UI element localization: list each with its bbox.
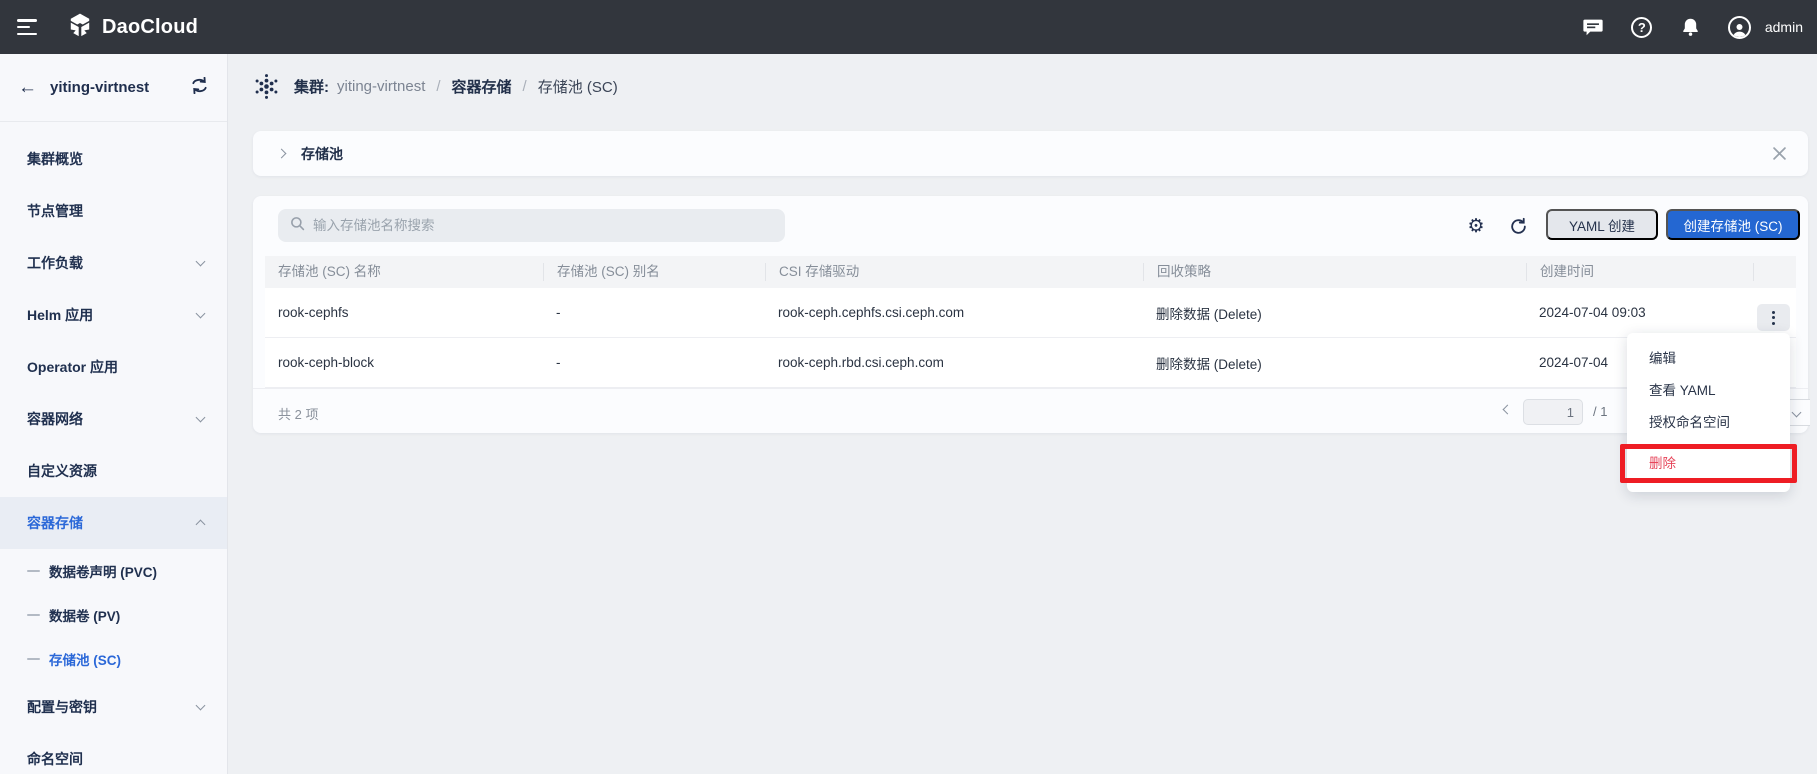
cell-policy: 删除数据 (Delete) xyxy=(1143,303,1526,323)
chevron-down-icon xyxy=(1792,408,1802,418)
breadcrumb: 集群: yiting-virtnest / 容器存储 / 存储池 (SC) xyxy=(253,66,618,106)
cell-name[interactable]: rook-cephfs xyxy=(265,305,543,320)
sidebar-item-container-storage[interactable]: 容器存储 xyxy=(0,497,227,549)
sidebar-item-workloads[interactable]: 工作负载 xyxy=(0,237,227,289)
row-actions-kebab-icon[interactable] xyxy=(1757,304,1790,331)
messages-icon[interactable] xyxy=(1581,15,1605,39)
notifications-bell-icon[interactable] xyxy=(1679,15,1703,39)
sidebar-item-operator-apps[interactable]: Operator 应用 xyxy=(0,341,227,393)
breadcrumb-page: 存储池 (SC) xyxy=(538,76,618,97)
menu-item-delete[interactable]: 删除 xyxy=(1627,448,1790,480)
search-icon xyxy=(290,216,305,236)
breadcrumb-separator: / xyxy=(520,78,530,95)
username[interactable]: admin xyxy=(1765,19,1803,35)
column-header-created[interactable]: 创建时间 xyxy=(1526,263,1753,281)
sidebar-item-namespaces[interactable]: 命名空间 xyxy=(0,733,227,774)
daocloud-logo-icon xyxy=(67,12,93,43)
table-row[interactable]: rook-cephfs - rook-ceph.cephfs.csi.ceph.… xyxy=(265,288,1796,338)
cell-alias: - xyxy=(543,355,765,370)
create-storage-pool-button[interactable]: 创建存储池 (SC) xyxy=(1666,209,1800,240)
column-header-name[interactable]: 存储池 (SC) 名称 xyxy=(265,263,543,281)
cell-driver: rook-ceph.rbd.csi.ceph.com xyxy=(765,355,1143,370)
menu-item-view-yaml[interactable]: 查看 YAML xyxy=(1627,375,1790,407)
cell-name[interactable]: rook-ceph-block xyxy=(265,355,543,370)
help-icon[interactable]: ? xyxy=(1630,15,1654,39)
sidebar-cluster-name: yiting-virtnest xyxy=(50,79,190,96)
yaml-create-button[interactable]: YAML 创建 xyxy=(1546,209,1658,240)
menu-toggle-icon[interactable] xyxy=(17,19,39,35)
breadcrumb-cluster-name[interactable]: yiting-virtnest xyxy=(337,78,425,95)
sidebar-item-cluster-overview[interactable]: 集群概览 xyxy=(0,133,227,185)
menu-item-authorize-namespace[interactable]: 授权命名空间 xyxy=(1627,407,1790,439)
breadcrumb-section[interactable]: 容器存储 xyxy=(452,76,512,97)
menu-item-edit[interactable]: 编辑 xyxy=(1627,343,1790,375)
chevron-right-icon[interactable] xyxy=(277,149,287,159)
chevron-up-icon xyxy=(196,520,206,530)
chevron-down-icon xyxy=(196,309,206,319)
sidebar-item-node-management[interactable]: 节点管理 xyxy=(0,185,227,237)
chevron-down-icon xyxy=(196,701,206,711)
back-arrow-icon[interactable]: ← xyxy=(18,77,37,99)
sidebar: ← yiting-virtnest 集群概览 节点管理 工作负载 Helm 应用… xyxy=(0,54,228,774)
storage-pool-info-bar[interactable]: 存储池 xyxy=(253,131,1808,176)
table-header: 存储池 (SC) 名称 存储池 (SC) 别名 CSI 存储驱动 回收策略 创建… xyxy=(265,256,1796,288)
cell-created: 2024-07-04 09:03 xyxy=(1526,305,1753,320)
column-header-alias[interactable]: 存储池 (SC) 别名 xyxy=(543,263,765,281)
settings-gear-icon[interactable]: ⚙ xyxy=(1466,216,1486,236)
breadcrumb-separator: / xyxy=(433,78,443,95)
switch-cluster-icon[interactable] xyxy=(190,77,209,99)
cluster-dots-icon xyxy=(253,73,280,100)
table-footer: 共 2 项 / 1 xyxy=(253,388,1808,433)
sidebar-item-container-network[interactable]: 容器网络 xyxy=(0,393,227,445)
storage-pool-card: ⚙ YAML 创建 创建存储池 (SC) 存储池 (SC) 名称 存储池 (SC… xyxy=(253,196,1808,433)
brand-name: DaoCloud xyxy=(102,16,198,39)
close-icon[interactable] xyxy=(1773,147,1786,160)
row-actions-menu: 编辑 查看 YAML 授权命名空间 删除 xyxy=(1627,333,1790,492)
search-input[interactable] xyxy=(313,218,753,233)
refresh-icon[interactable] xyxy=(1508,216,1528,236)
sidebar-item-pvc[interactable]: 数据卷声明 (PVC) xyxy=(0,549,227,593)
column-header-driver[interactable]: CSI 存储驱动 xyxy=(765,263,1143,281)
sidebar-item-config-secrets[interactable]: 配置与密钥 xyxy=(0,681,227,733)
column-header-actions xyxy=(1753,263,1796,281)
brand[interactable]: DaoCloud xyxy=(67,12,198,43)
sidebar-item-helm-apps[interactable]: Helm 应用 xyxy=(0,289,227,341)
chevron-down-icon xyxy=(196,413,206,423)
search-box[interactable] xyxy=(278,209,785,242)
pagination-total-pages: / 1 xyxy=(1593,404,1607,419)
table-row[interactable]: rook-ceph-block - rook-ceph.rbd.csi.ceph… xyxy=(265,338,1796,388)
navbar-actions: ? admin xyxy=(1581,15,1817,39)
breadcrumb-cluster-label: 集群: xyxy=(294,76,329,97)
top-navbar: DaoCloud ? admin xyxy=(0,0,1817,54)
column-header-policy[interactable]: 回收策略 xyxy=(1143,263,1526,281)
pagination-prev-icon[interactable] xyxy=(1503,405,1513,415)
sidebar-menu: 集群概览 节点管理 工作负载 Helm 应用 Operator 应用 容器网络 … xyxy=(0,133,227,774)
total-count: 共 2 项 xyxy=(278,404,318,423)
user-avatar[interactable] xyxy=(1728,15,1752,39)
dash-icon xyxy=(27,614,40,617)
info-bar-title: 存储池 xyxy=(301,144,343,164)
pagination-page-input[interactable] xyxy=(1523,399,1583,425)
cell-alias: - xyxy=(543,305,765,320)
cell-driver: rook-ceph.cephfs.csi.ceph.com xyxy=(765,305,1143,320)
dash-icon xyxy=(27,570,40,573)
screen: DaoCloud ? admin ← yiting-virtnest xyxy=(0,0,1817,774)
sidebar-item-pv[interactable]: 数据卷 (PV) xyxy=(0,593,227,637)
sidebar-header: ← yiting-virtnest xyxy=(0,54,227,122)
dash-icon xyxy=(27,658,40,661)
sidebar-item-custom-resources[interactable]: 自定义资源 xyxy=(0,445,227,497)
cell-policy: 删除数据 (Delete) xyxy=(1143,353,1526,373)
sidebar-item-sc[interactable]: 存储池 (SC) xyxy=(0,637,227,681)
chevron-down-icon xyxy=(196,257,206,267)
